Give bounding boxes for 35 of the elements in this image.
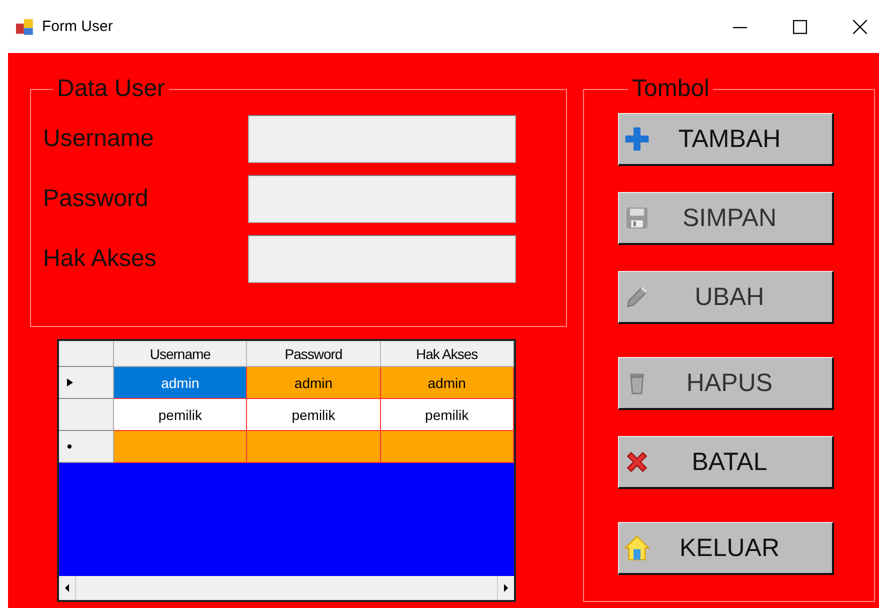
table-cell[interactable]: admin xyxy=(380,367,514,399)
table-cell[interactable]: admin xyxy=(247,367,381,399)
table-cell[interactable]: pemilik xyxy=(114,399,248,431)
new-row-icon xyxy=(67,444,72,449)
field-label: Username xyxy=(43,125,154,153)
column-header[interactable]: Username xyxy=(114,341,248,367)
table-cell[interactable]: pemilik xyxy=(247,399,381,431)
horizontal-scrollbar[interactable] xyxy=(59,576,514,600)
group-title: Data User xyxy=(56,75,166,103)
table-cell[interactable]: pemilik xyxy=(380,399,514,431)
maximize-icon[interactable] xyxy=(793,20,807,34)
column-header[interactable]: Hak Akses xyxy=(380,341,514,367)
row-header[interactable] xyxy=(59,367,114,399)
column-header[interactable]: Password xyxy=(247,341,381,367)
input-field[interactable] xyxy=(248,175,516,223)
app-icon xyxy=(16,18,34,36)
row-header[interactable] xyxy=(59,399,114,431)
table-cell[interactable] xyxy=(114,431,248,463)
field-label: Password xyxy=(43,185,148,213)
plus-icon xyxy=(623,125,651,153)
house-icon xyxy=(623,534,651,562)
field-label: Hak Akses xyxy=(43,245,156,273)
table-cell[interactable] xyxy=(380,431,514,463)
group-title: Tombol xyxy=(631,75,710,103)
table-cell[interactable] xyxy=(247,431,381,463)
close-icon[interactable] xyxy=(853,20,867,34)
row-header[interactable] xyxy=(59,431,114,463)
action-button[interactable]: KELUAR xyxy=(618,522,834,575)
input-field[interactable] xyxy=(248,235,516,283)
input-field[interactable] xyxy=(248,115,516,163)
action-button[interactable]: BATAL xyxy=(618,436,834,489)
table-cell[interactable]: admin xyxy=(114,367,248,399)
window-title: Form User xyxy=(42,18,113,35)
row-header xyxy=(59,341,114,367)
action-button[interactable]: TAMBAH xyxy=(618,113,834,166)
